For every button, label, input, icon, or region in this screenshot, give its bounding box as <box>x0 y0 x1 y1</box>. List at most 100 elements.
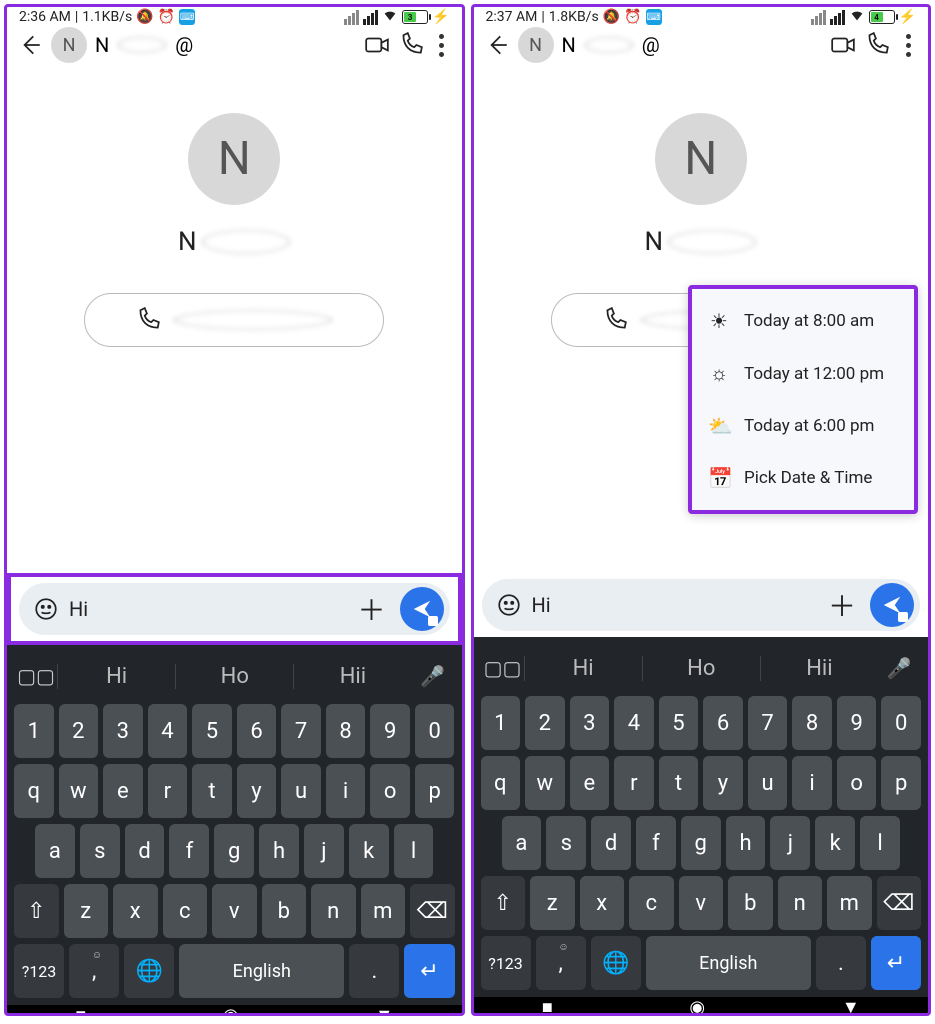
emoji-button[interactable] <box>33 596 59 622</box>
key-f[interactable]: f <box>636 816 676 870</box>
nav-back[interactable]: ▼ <box>375 1005 393 1016</box>
video-call-button[interactable] <box>364 32 390 58</box>
suggestion-2[interactable]: Ho <box>642 656 760 681</box>
nav-recents[interactable]: ■ <box>542 997 553 1016</box>
key-h[interactable]: h <box>259 824 299 878</box>
schedule-item-evening[interactable]: ⛅ Today at 6:00 pm <box>692 400 914 452</box>
key-period[interactable]: . <box>816 936 866 990</box>
key-z[interactable]: z <box>64 884 109 938</box>
key-4[interactable]: 4 <box>148 704 188 758</box>
key-3[interactable]: 3 <box>570 696 610 750</box>
key-comma[interactable]: ☺, <box>536 936 586 990</box>
back-button[interactable] <box>17 32 43 58</box>
voice-call-button[interactable] <box>864 32 890 58</box>
overflow-menu-button[interactable] <box>898 34 918 57</box>
key-t[interactable]: t <box>659 756 699 810</box>
key-p[interactable]: p <box>415 764 455 818</box>
video-call-button[interactable] <box>830 32 856 58</box>
message-input[interactable]: Hi <box>532 593 815 617</box>
key-k[interactable]: k <box>349 824 389 878</box>
suggestion-2[interactable]: Ho <box>175 664 293 689</box>
key-7[interactable]: 7 <box>281 704 321 758</box>
key-f[interactable]: f <box>169 824 209 878</box>
key-w[interactable]: w <box>59 764 99 818</box>
key-s[interactable]: s <box>80 824 120 878</box>
send-button[interactable] <box>870 583 914 627</box>
key-0[interactable]: 0 <box>415 704 455 758</box>
key-enter[interactable]: ↵ <box>871 936 921 990</box>
key-backspace[interactable]: ⌫ <box>877 876 922 930</box>
key-1[interactable]: 1 <box>14 704 54 758</box>
key-d[interactable]: d <box>125 824 165 878</box>
suggestion-3[interactable]: Hii <box>293 664 411 689</box>
key-r[interactable]: r <box>148 764 188 818</box>
key-n[interactable]: n <box>311 884 356 938</box>
key-6[interactable]: 6 <box>237 704 277 758</box>
key-d[interactable]: d <box>591 816 631 870</box>
key-u[interactable]: u <box>281 764 321 818</box>
key-o[interactable]: o <box>837 756 877 810</box>
key-c[interactable]: c <box>629 876 674 930</box>
message-input[interactable]: Hi <box>69 597 344 621</box>
attach-button[interactable]: ＋ <box>824 585 860 625</box>
key-q[interactable]: q <box>14 764 54 818</box>
key-0[interactable]: 0 <box>881 696 921 750</box>
keyboard-app-switch[interactable]: ▢▢ <box>15 664 57 688</box>
emoji-button[interactable] <box>496 592 522 618</box>
key-b[interactable]: b <box>728 876 773 930</box>
key-symbols[interactable]: ?123 <box>14 944 64 998</box>
key-i[interactable]: i <box>792 756 832 810</box>
voice-call-button[interactable] <box>398 32 424 58</box>
key-6[interactable]: 6 <box>703 696 743 750</box>
key-9[interactable]: 9 <box>837 696 877 750</box>
contact-avatar-small[interactable]: N <box>518 27 554 63</box>
key-z[interactable]: z <box>530 876 575 930</box>
nav-home[interactable]: ◉ <box>223 1005 239 1016</box>
key-b[interactable]: b <box>262 884 307 938</box>
key-u[interactable]: u <box>748 756 788 810</box>
key-7[interactable]: 7 <box>748 696 788 750</box>
key-r[interactable]: r <box>614 756 654 810</box>
mic-button[interactable]: 🎤 <box>878 656 920 680</box>
schedule-item-pick[interactable]: 📅 Pick Date & Time <box>692 452 914 504</box>
key-n[interactable]: n <box>778 876 823 930</box>
mic-button[interactable]: 🎤 <box>412 664 454 688</box>
nav-back[interactable]: ▼ <box>842 997 860 1016</box>
keyboard-app-switch[interactable]: ▢▢ <box>482 656 524 680</box>
key-x[interactable]: x <box>113 884 158 938</box>
nav-recents[interactable]: ■ <box>75 1005 86 1016</box>
key-s[interactable]: s <box>546 816 586 870</box>
key-j[interactable]: j <box>304 824 344 878</box>
send-button[interactable] <box>400 587 444 631</box>
key-w[interactable]: w <box>525 756 565 810</box>
key-shift[interactable]: ⇧ <box>481 876 526 930</box>
key-x[interactable]: x <box>580 876 625 930</box>
key-backspace[interactable]: ⌫ <box>410 884 455 938</box>
key-enter[interactable]: ↵ <box>404 944 454 998</box>
key-period[interactable]: . <box>349 944 399 998</box>
back-button[interactable] <box>484 32 510 58</box>
key-o[interactable]: o <box>370 764 410 818</box>
key-5[interactable]: 5 <box>192 704 232 758</box>
key-globe[interactable]: 🌐 <box>124 944 174 998</box>
key-symbols[interactable]: ?123 <box>481 936 531 990</box>
key-j[interactable]: j <box>770 816 810 870</box>
key-g[interactable]: g <box>681 816 721 870</box>
key-e[interactable]: e <box>103 764 143 818</box>
key-comma[interactable]: ☺, <box>69 944 119 998</box>
key-e[interactable]: e <box>570 756 610 810</box>
schedule-item-noon[interactable]: ☼ Today at 12:00 pm <box>692 347 914 400</box>
key-c[interactable]: c <box>163 884 208 938</box>
key-1[interactable]: 1 <box>481 696 521 750</box>
key-m[interactable]: m <box>827 876 872 930</box>
key-h[interactable]: h <box>726 816 766 870</box>
suggestion-1[interactable]: Hi <box>524 656 642 681</box>
key-9[interactable]: 9 <box>370 704 410 758</box>
key-8[interactable]: 8 <box>792 696 832 750</box>
suggestion-3[interactable]: Hii <box>760 656 878 681</box>
key-v[interactable]: v <box>212 884 257 938</box>
key-p[interactable]: p <box>881 756 921 810</box>
key-q[interactable]: q <box>481 756 521 810</box>
key-5[interactable]: 5 <box>659 696 699 750</box>
key-a[interactable]: a <box>35 824 75 878</box>
